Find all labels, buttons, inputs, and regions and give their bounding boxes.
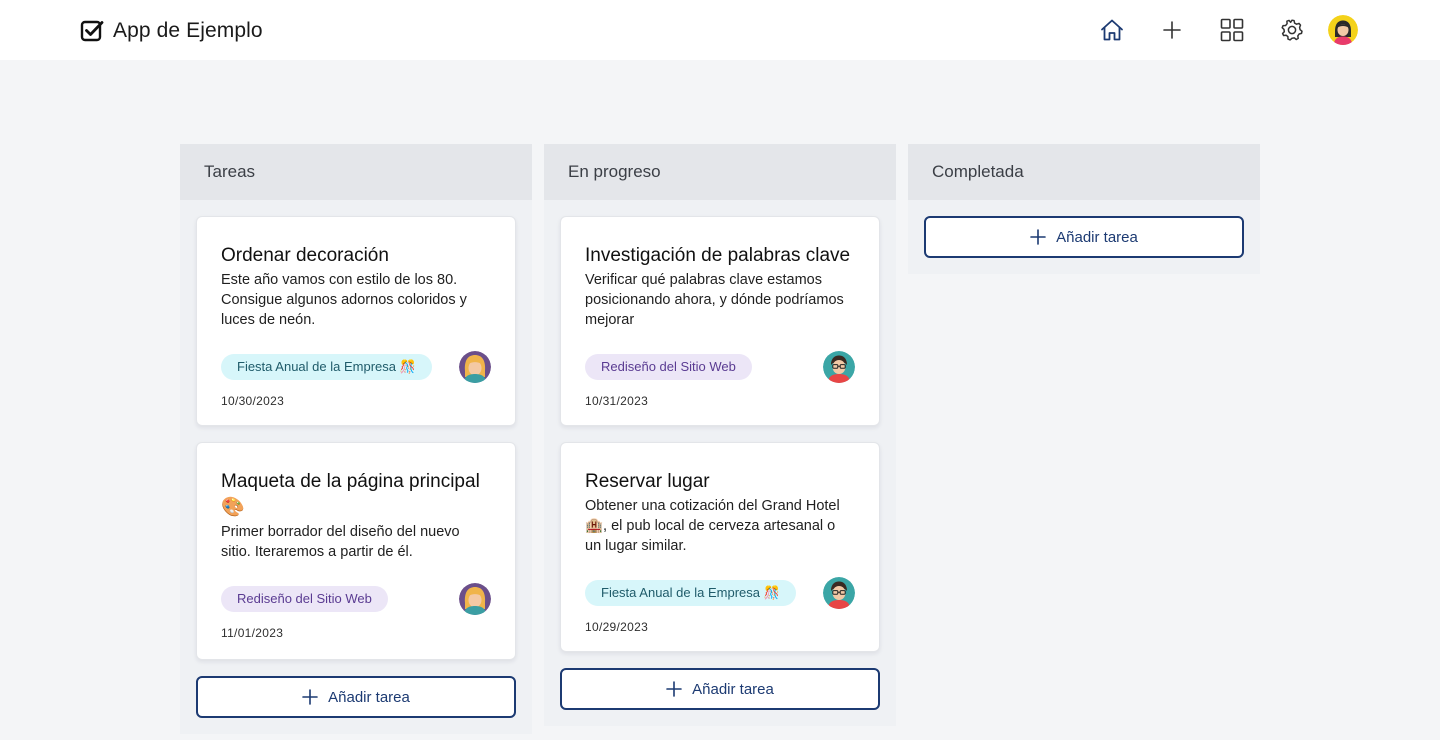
settings-button[interactable] (1276, 15, 1308, 45)
due-date: 10/31/2023 (585, 394, 649, 408)
card-title: Ordenar decoración (221, 245, 389, 266)
card-description: Este año vamos con estilo de los 80. Con… (221, 272, 467, 328)
add-task-button[interactable]: Añadir tarea (924, 216, 1244, 258)
home-icon (1101, 19, 1123, 41)
card-description: Obtener una cotización del Grand Hotel 🏨… (585, 498, 840, 554)
add-button[interactable] (1156, 15, 1188, 45)
due-date: 10/30/2023 (221, 394, 285, 408)
column-title: En progreso (544, 144, 896, 200)
card-title: Investigación de palabras clave (585, 245, 851, 266)
task-card[interactable]: Maqueta de la página principal 🎨 Primer … (196, 442, 516, 660)
task-card[interactable]: Ordenar decoración Este año vamos con es… (196, 216, 516, 426)
add-task-label: Añadir tarea (1056, 228, 1138, 246)
man-with-glasses-avatar (823, 577, 855, 609)
add-task-button[interactable]: Añadir tarea (560, 668, 880, 710)
task-card[interactable]: Investigación de palabras clave Verifica… (560, 216, 880, 426)
plus-icon (1163, 21, 1181, 39)
plus-icon (666, 681, 682, 697)
home-button[interactable] (1096, 15, 1128, 45)
card-description: Verificar qué palabras clave estamos pos… (585, 272, 844, 328)
column-tareas: Tareas Ordenar decoración Este año vamos… (180, 144, 532, 734)
column-en-progreso: En progreso Investigación de palabras cl… (544, 144, 896, 726)
board-view-button[interactable] (1216, 15, 1248, 45)
column-title: Completada (908, 144, 1260, 200)
project-tag[interactable]: Rediseño del Sitio Web (221, 586, 388, 612)
card-title: Reservar lugar (585, 471, 710, 492)
add-task-label: Añadir tarea (328, 688, 410, 706)
grid-icon (1220, 18, 1244, 42)
project-tag[interactable]: Fiesta Anual de la Empresa 🎊 (585, 580, 796, 606)
column-title: Tareas (180, 144, 532, 200)
add-task-label: Añadir tarea (692, 680, 774, 698)
man-with-glasses-avatar (823, 351, 855, 383)
add-task-button[interactable]: Añadir tarea (196, 676, 516, 718)
card-description: Primer borrador del diseño del nuevo sit… (221, 524, 460, 560)
user-avatar[interactable] (1328, 15, 1358, 45)
blonde-woman-avatar (459, 351, 491, 383)
brand[interactable]: App de Ejemplo (80, 18, 263, 44)
project-tag[interactable]: Fiesta Anual de la Empresa 🎊 (221, 354, 432, 380)
gear-icon (1281, 19, 1303, 41)
column-completada: Completada Añadir tarea (908, 144, 1260, 274)
task-card[interactable]: Reservar lugar Obtener una cotización de… (560, 442, 880, 652)
card-title: Maqueta de la página principal 🎨 (221, 471, 480, 518)
checkbox-icon (80, 20, 104, 42)
due-date: 10/29/2023 (585, 620, 649, 634)
project-tag[interactable]: Rediseño del Sitio Web (585, 354, 752, 380)
plus-icon (302, 689, 318, 705)
plus-icon (1030, 229, 1046, 245)
app-title: App de Ejemplo (113, 19, 263, 42)
top-bar: App de Ejemplo (0, 0, 1440, 60)
due-date: 11/01/2023 (221, 626, 284, 640)
blonde-woman-avatar (459, 583, 491, 615)
